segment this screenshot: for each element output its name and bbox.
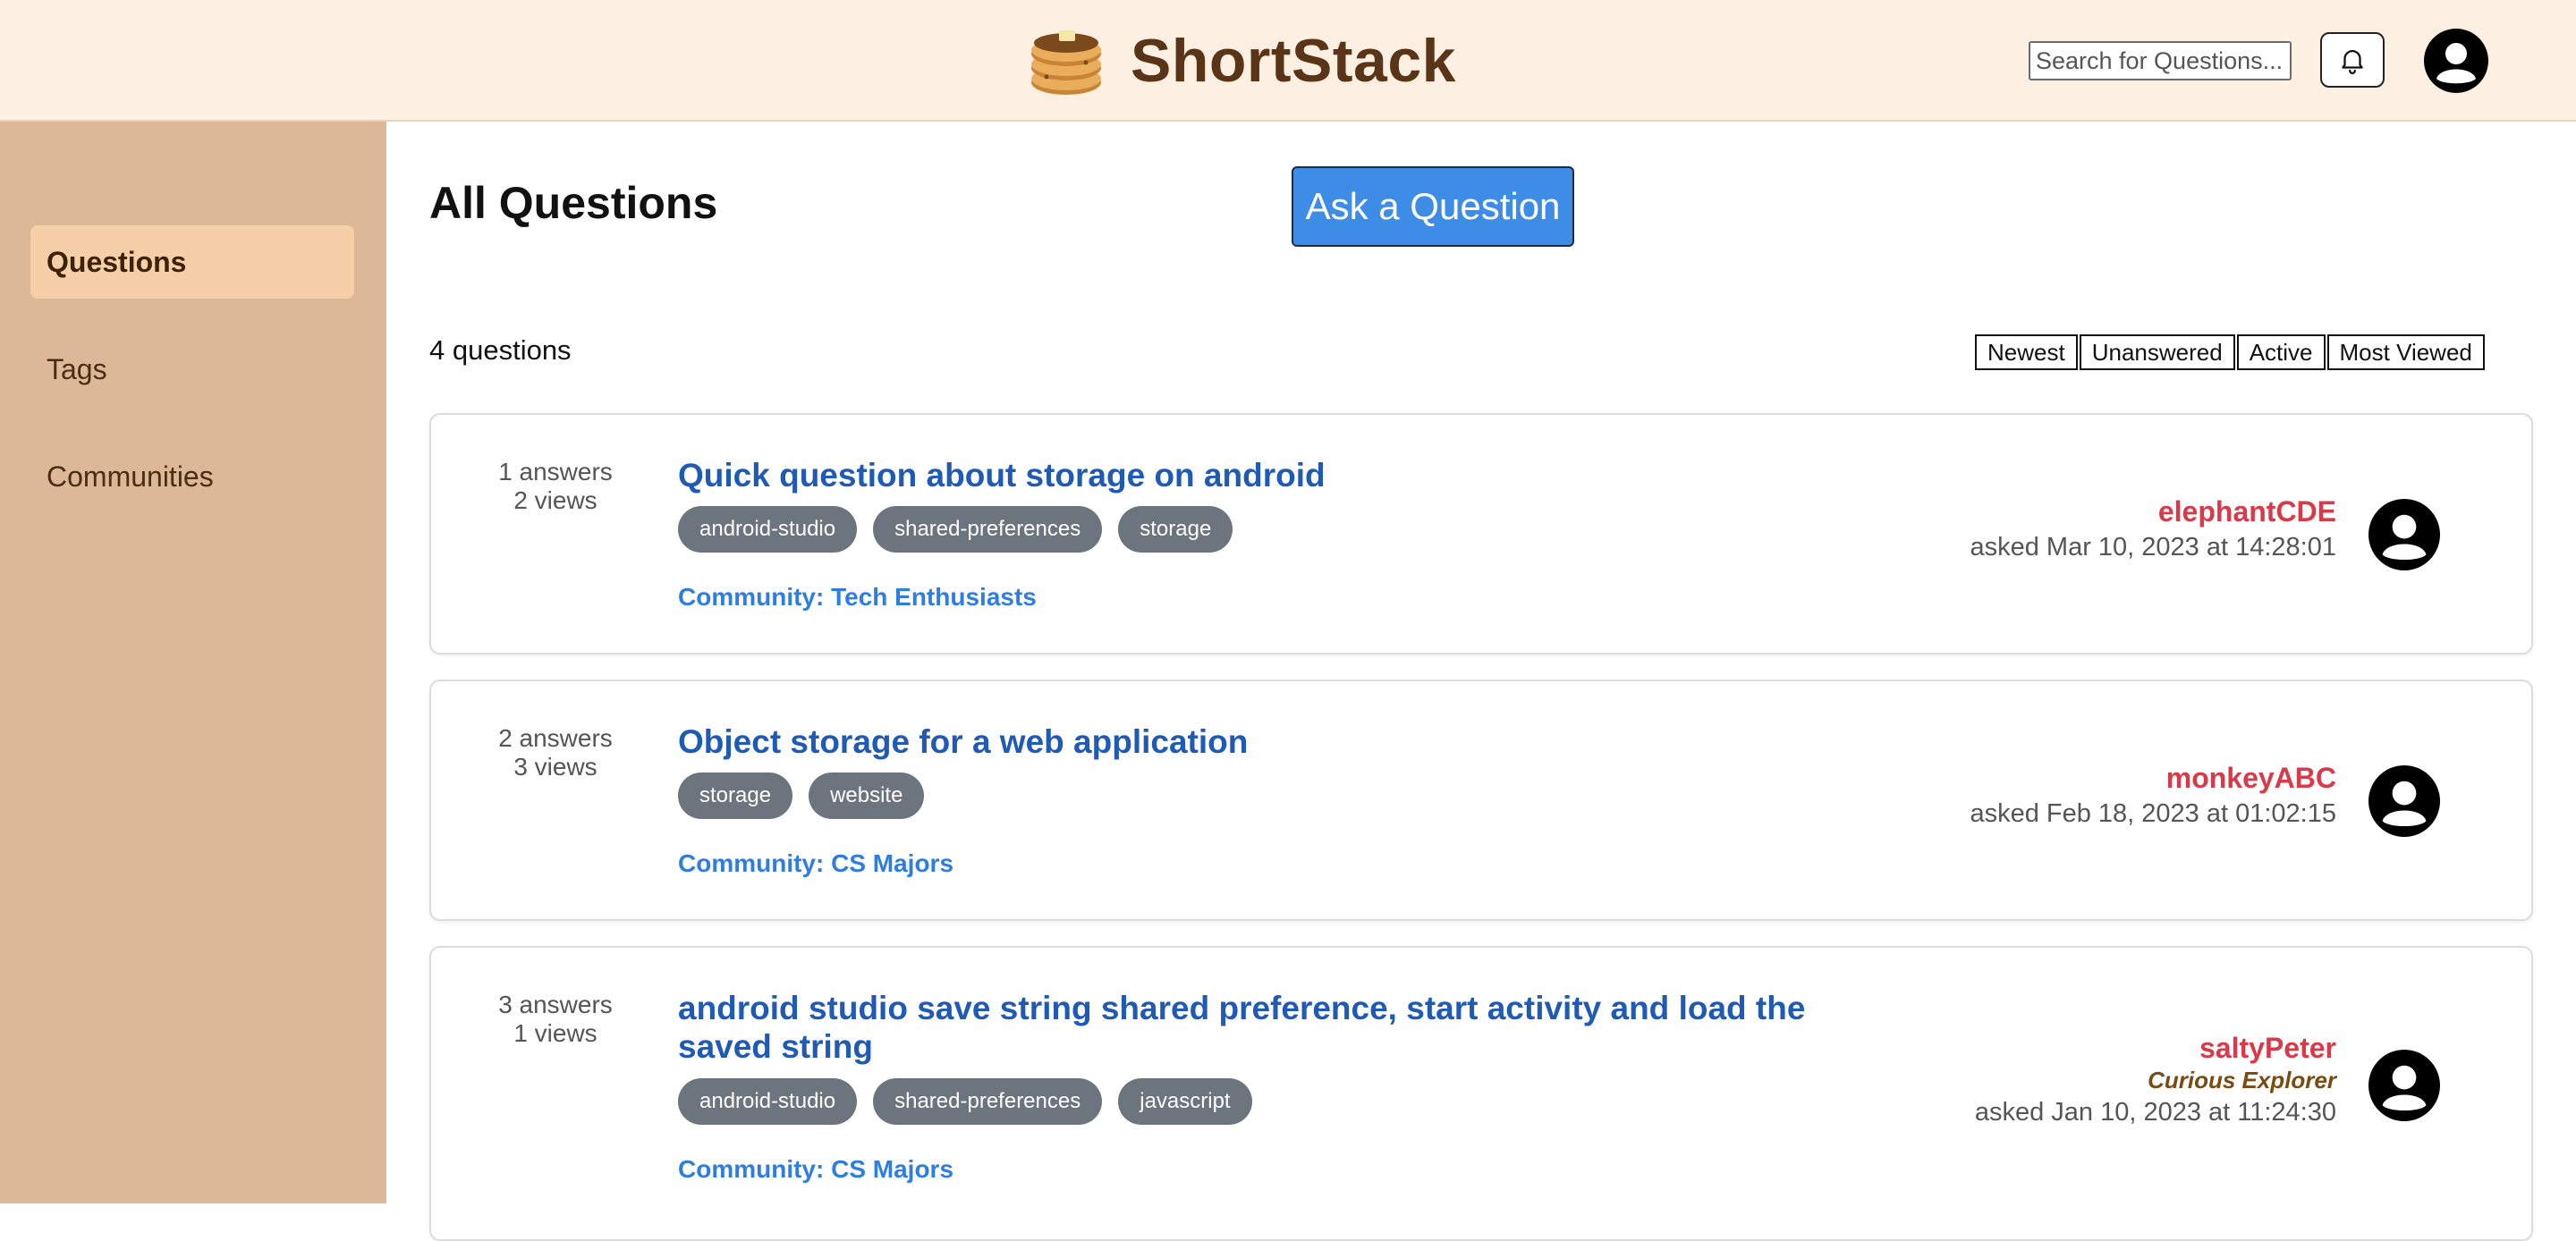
question-stats: 2 answers 3 views: [431, 724, 680, 781]
question-count: 4 questions: [429, 334, 572, 366]
page-title: All Questions: [429, 178, 718, 228]
author-avatar-icon[interactable]: [2368, 499, 2440, 570]
answer-count: 3 answers: [498, 991, 613, 1018]
question-stats: 1 answers 2 views: [431, 458, 680, 515]
author-avatar-icon[interactable]: [2368, 765, 2440, 837]
question-title[interactable]: Object storage for a web application: [678, 722, 1823, 761]
tag-chip[interactable]: shared-preferences: [873, 1078, 1103, 1125]
question-title[interactable]: android studio save string shared prefer…: [678, 989, 1823, 1066]
sort-most-viewed-button[interactable]: Most Viewed: [2326, 334, 2485, 370]
user-avatar-icon[interactable]: [2424, 29, 2488, 93]
app-header: ShortStack: [0, 0, 2576, 122]
sidebar-item-label: Questions: [47, 245, 187, 278]
pancake-stack-icon: [1031, 30, 1101, 95]
author-name[interactable]: saltyPeter: [1975, 1030, 2336, 1066]
answer-count: 1 answers: [498, 458, 613, 485]
bell-icon: [2342, 50, 2363, 74]
community-link[interactable]: Community: CS Majors: [678, 1155, 953, 1184]
asked-date: asked Feb 18, 2023 at 01:02:15: [1970, 799, 2336, 828]
sidebar-item-label: Communities: [47, 460, 214, 493]
question-meta: saltyPeter Curious Explorer asked Jan 10…: [1975, 1030, 2336, 1130]
sort-unanswered-button[interactable]: Unanswered: [2079, 334, 2235, 370]
sidebar-item-label: Tags: [47, 352, 107, 385]
sidebar-item-communities[interactable]: Communities: [30, 440, 354, 513]
asked-date: asked Mar 10, 2023 at 14:28:01: [1970, 533, 2336, 561]
sort-buttons: Newest Unanswered Active Most Viewed: [1975, 334, 2487, 370]
app-title: ShortStack: [1131, 27, 1456, 95]
notifications-button[interactable]: [2320, 32, 2385, 88]
tag-chip[interactable]: javascript: [1118, 1078, 1252, 1125]
question-card[interactable]: 2 answers 3 views Object storage for a w…: [429, 680, 2533, 921]
asked-date: asked Jan 10, 2023 at 11:24:30: [1974, 1098, 2336, 1127]
author-avatar-icon[interactable]: [2368, 1050, 2440, 1121]
question-meta: elephantCDE asked Mar 10, 2023 at 14:28:…: [1970, 494, 2336, 565]
view-count: 2 views: [513, 486, 597, 514]
sort-active-button[interactable]: Active: [2236, 334, 2326, 370]
community-link[interactable]: Community: Tech Enthusiasts: [678, 583, 1037, 612]
answer-count: 2 answers: [498, 724, 613, 752]
ask-question-button[interactable]: Ask a Question: [1292, 166, 1574, 247]
tag-chip[interactable]: android-studio: [678, 506, 858, 553]
sidebar-item-tags[interactable]: Tags: [30, 333, 354, 406]
search-input[interactable]: [2029, 41, 2292, 80]
question-stats: 3 answers 1 views: [431, 991, 680, 1048]
view-count: 3 views: [513, 753, 597, 781]
tag-list: storage website: [678, 772, 940, 819]
author-name[interactable]: monkeyABC: [1970, 760, 2336, 796]
question-meta: monkeyABC asked Feb 18, 2023 at 01:02:15: [1970, 760, 2336, 832]
question-card[interactable]: 3 answers 1 views android studio save st…: [429, 946, 2533, 1241]
tag-chip[interactable]: shared-preferences: [873, 506, 1103, 553]
tag-chip[interactable]: android-studio: [678, 1078, 858, 1125]
tag-chip[interactable]: storage: [1118, 506, 1233, 553]
main-content: All Questions Ask a Question 4 questions…: [386, 122, 2576, 1241]
community-link[interactable]: Community: CS Majors: [678, 849, 953, 878]
question-title[interactable]: Quick question about storage on android: [678, 456, 1823, 494]
sort-newest-button[interactable]: Newest: [1975, 334, 2078, 370]
sidebar-item-questions[interactable]: Questions: [30, 225, 354, 299]
brand[interactable]: ShortStack: [1029, 23, 1456, 98]
view-count: 1 views: [513, 1019, 597, 1047]
sidebar: Questions Tags Communities: [0, 122, 386, 1203]
tag-list: android-studio shared-preferences storag…: [678, 506, 1249, 553]
tag-chip[interactable]: website: [809, 772, 925, 819]
author-name[interactable]: elephantCDE: [1970, 494, 2336, 529]
tag-chip[interactable]: storage: [678, 772, 793, 819]
author-badge: Curious Explorer: [2148, 1067, 2336, 1093]
tag-list: android-studio shared-preferences javasc…: [678, 1078, 1268, 1125]
question-card[interactable]: 1 answers 2 views Quick question about s…: [429, 413, 2533, 654]
